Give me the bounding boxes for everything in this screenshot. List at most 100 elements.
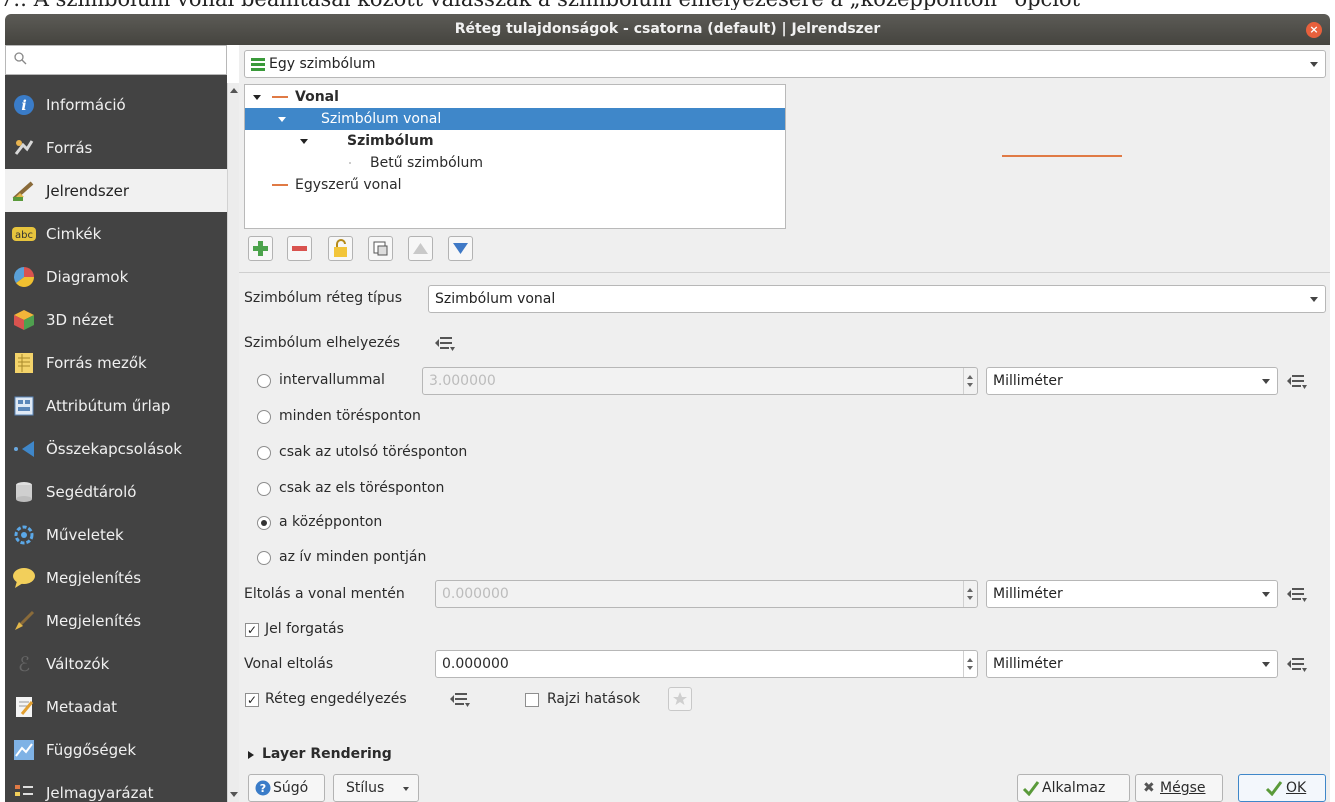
duplicate-layer-button[interactable] <box>368 236 393 261</box>
sidebar-item-label: Függőségek <box>46 740 137 759</box>
sidebar-item-forras[interactable]: Forrás <box>5 126 227 169</box>
sidebar-item-fuggosegek[interactable]: Függőségek <box>5 728 227 771</box>
chevron-down-icon <box>1310 297 1318 302</box>
data-defined-icon[interactable] <box>1286 372 1310 392</box>
move-up-button[interactable] <box>408 236 433 261</box>
sidebar-item-label: Attribútum űrlap <box>46 396 171 415</box>
lock-layer-button[interactable] <box>328 236 353 261</box>
sidebar-item-label: Információ <box>46 95 126 114</box>
line-offset-input[interactable]: 0.000000 <box>435 650 978 678</box>
window-titlebar[interactable]: Réteg tulajdonságok - csatorna (default)… <box>5 14 1330 45</box>
ok-button[interactable]: OK <box>1238 774 1326 802</box>
join-icon <box>12 437 36 461</box>
spinbox-arrows-icon[interactable] <box>963 581 977 607</box>
cancel-button[interactable]: ✖ Mégse <box>1135 774 1223 802</box>
placement-every-vertex-radio[interactable] <box>257 410 271 424</box>
minus-icon <box>292 246 307 251</box>
sidebar-item-megjelenites-1[interactable]: Megjelenítés <box>5 556 227 599</box>
plus-icon <box>253 241 268 256</box>
scroll-up-icon[interactable] <box>230 88 238 93</box>
checkmark-icon <box>1022 781 1040 796</box>
layer-properties-dialog: 7.: A szimbólum vonal beállításai között… <box>0 0 1335 802</box>
line-offset-unit-select[interactable]: Milliméter <box>986 650 1278 678</box>
symbol-layer-type-select[interactable]: Szimbólum vonal <box>428 285 1326 313</box>
scroll-down-icon[interactable] <box>230 792 238 797</box>
button-label: Súgó <box>273 780 309 796</box>
sidebar-item-informacio[interactable]: i Információ <box>5 83 227 126</box>
renderer-value: Egy szimbólum <box>269 56 376 72</box>
expand-right-icon[interactable] <box>248 751 254 759</box>
enable-layer-checkbox[interactable]: ✓ <box>245 693 259 707</box>
help-button[interactable]: ? Súgó <box>248 774 325 802</box>
metadata-icon <box>12 695 36 719</box>
tree-item-szimbolum-vonal[interactable]: Szimbólum vonal <box>245 108 785 130</box>
sidebar-item-segedtarolo[interactable]: Segédtároló <box>5 470 227 513</box>
sidebar-item-3d-nezet[interactable]: 3D nézet <box>5 298 227 341</box>
remove-layer-button[interactable] <box>287 236 312 261</box>
sidebar-item-jelmagyarazat[interactable]: Jelmagyarázat <box>5 771 227 802</box>
sidebar-item-megjelenites-2[interactable]: Megjelenítés <box>5 599 227 642</box>
tree-item-egyszeru-vonal[interactable]: Egyszerű vonal <box>245 174 785 196</box>
tree-item-szimbolum[interactable]: Szimbólum <box>245 130 785 152</box>
interval-unit-select[interactable]: Milliméter <box>986 367 1278 395</box>
offset-along-input[interactable]: 0.000000 <box>435 580 978 608</box>
rotate-marker-checkbox[interactable]: ✓ <box>245 623 259 637</box>
placement-curve-points-radio[interactable] <box>257 551 271 565</box>
layer-rendering-label[interactable]: Layer Rendering <box>262 746 392 762</box>
symbol-layer-tree[interactable]: Vonal Szimbólum vonal Szimbólum Betű szi… <box>244 84 786 229</box>
sidebar-item-jelrendszer[interactable]: Jelrendszer <box>5 169 227 212</box>
data-defined-icon[interactable] <box>1286 585 1310 605</box>
close-x-icon: ✖ <box>1143 780 1155 796</box>
placement-last-vertex-radio[interactable] <box>257 446 271 460</box>
placement-first-vertex-radio[interactable] <box>257 482 271 496</box>
info-icon: i <box>12 93 36 117</box>
font-symbol-icon <box>349 162 351 164</box>
expand-icon <box>278 117 286 122</box>
symbology-brush-icon <box>12 179 36 203</box>
chevron-down-icon <box>1262 379 1270 384</box>
svg-text:abc: abc <box>15 230 33 241</box>
sidebar-item-cimkek[interactable]: abc Cimkék <box>5 212 227 255</box>
tree-item-betu-szimbolum[interactable]: Betű szimbólum <box>245 152 785 174</box>
interval-input[interactable]: 3.000000 <box>422 367 978 395</box>
offset-along-unit-select[interactable]: Milliméter <box>986 580 1278 608</box>
draw-effects-checkbox[interactable] <box>525 693 539 707</box>
duplicate-icon <box>373 241 388 256</box>
input-value: 0.000000 <box>442 586 509 602</box>
search-input[interactable] <box>5 45 227 75</box>
effects-settings-button[interactable] <box>668 687 692 711</box>
document-caption: 7.: A szimbólum vonal beállításai között… <box>0 0 1335 10</box>
sidebar-item-metaadat[interactable]: Metaadat <box>5 685 227 728</box>
tree-item-label: Szimbólum <box>347 133 434 149</box>
sidebar-item-label: Forrás mezők <box>46 353 147 372</box>
sidebar-item-osszekapcsolasok[interactable]: Összekapcsolások <box>5 427 227 470</box>
lock-icon <box>334 239 347 257</box>
move-down-button[interactable] <box>448 236 473 261</box>
sidebar-scrollbar[interactable] <box>227 83 239 802</box>
symbol-layer-type-label: Szimbólum réteg típus <box>244 290 402 306</box>
sidebar-item-muveletek[interactable]: Műveletek <box>5 513 227 556</box>
svg-text:i: i <box>21 98 26 114</box>
arrow-down-icon <box>453 243 468 254</box>
sidebar-item-forras-mezok[interactable]: Forrás mezők <box>5 341 227 384</box>
tree-item-vonal[interactable]: Vonal <box>245 86 785 108</box>
placement-interval-radio[interactable] <box>257 374 271 388</box>
data-defined-icon[interactable] <box>449 690 471 708</box>
sidebar-item-label: Összekapcsolások <box>46 439 182 458</box>
apply-button[interactable]: Alkalmaz <box>1017 774 1130 802</box>
sidebar-item-attributum-urlap[interactable]: Attribútum űrlap <box>5 384 227 427</box>
search-icon <box>14 52 27 65</box>
sidebar-item-valtozok[interactable]: ℰ Változók <box>5 642 227 685</box>
add-layer-button[interactable] <box>248 236 273 261</box>
renderer-select[interactable]: Egy szimbólum <box>244 50 1326 78</box>
spinbox-arrows-icon[interactable] <box>963 651 977 677</box>
sidebar-item-diagramok[interactable]: Diagramok <box>5 255 227 298</box>
select-value: Milliméter <box>993 373 1063 389</box>
data-defined-icon[interactable] <box>1286 655 1310 675</box>
style-menu-button[interactable]: Stílus <box>333 774 419 802</box>
data-defined-icon[interactable] <box>434 334 456 352</box>
paint-brush-icon <box>12 609 36 633</box>
placement-midpoint-radio[interactable] <box>257 516 271 530</box>
spinbox-arrows-icon[interactable] <box>963 368 977 394</box>
close-icon[interactable]: × <box>1306 22 1322 38</box>
